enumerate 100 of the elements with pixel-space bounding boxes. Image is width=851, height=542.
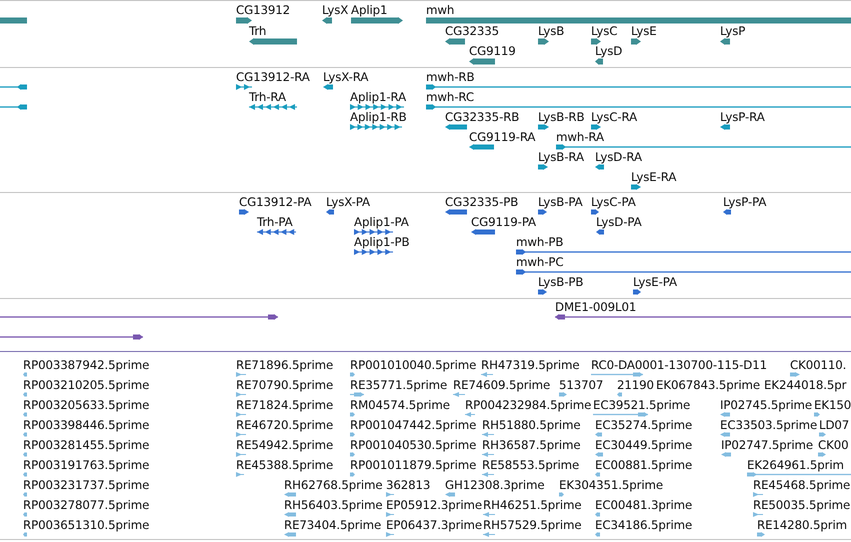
feature-label: RE45468.5prime [753,479,850,492]
feature-label: RE71824.5prime [236,399,334,412]
feature-label: EC34186.5prime [595,519,692,532]
feature-label: CG9119 [469,45,516,58]
feature-label: LysD [595,45,622,58]
feature-label: RE71896.5prime [236,359,334,372]
feature-label: LysP-PA [723,196,766,209]
feature-label: LysE-PA [633,276,677,289]
feature-label: Trh-PA [257,216,293,229]
feature-label: CG13912-RA [236,71,310,84]
feature-label: RE50035.5prime [753,499,850,512]
feature-label: RP004232984.5prime [465,399,592,412]
feature-label: LysD-PA [596,216,642,229]
feature-label: RP001047442.5prime [350,419,476,432]
feature-label: RP003387942.5prime [23,359,150,372]
feature-label: EP05912.3prime [386,499,482,512]
feature-label: LD07 [819,419,850,432]
feature-label: RP003278077.5prime [23,499,150,512]
feature-label: mwh [426,4,454,17]
feature-label: RP003191763.5prime [23,459,150,472]
feature-label: LysX-PA [326,196,370,209]
feature-label: RP003651310.5prime [23,519,150,532]
feature-label: EK304351.5prime [559,479,664,492]
feature-label: RP003281455.5prime [23,439,150,452]
feature-label: mwh-PB [516,236,564,249]
feature-label: EC00481.3prime [595,499,692,512]
feature-label: mwh-RA [556,131,604,144]
feature-label: CK00110. [790,359,846,372]
feature-label: RP001010040.5prime [350,359,476,372]
feature-label: RM04574.5prime [350,399,450,412]
feature-label: mwh-PC [516,256,564,269]
feature-label: Aplip1-PA [354,216,409,229]
feature-label: Trh-RA [249,91,286,104]
feature-label: LysB-PA [538,196,583,209]
feature-label: RH51880.5prime [482,419,581,432]
feature-label: RP001040530.5prime [350,439,476,452]
feature-label: LysX-RA [323,71,368,84]
feature-label: RP001011879.5prime [350,459,476,472]
feature-label: RC0-DA0001-130700-115-D11 [591,359,767,372]
feature-label: CK00 [818,439,849,452]
feature-label: RH56403.5prime [284,499,383,512]
feature-label: LysC-RA [591,111,638,124]
feature-label: LysD-RA [595,151,642,164]
feature-label: 21190 [617,379,654,392]
feature-label: RP003210205.5prime [23,379,150,392]
feature-label: RH36587.5prime [482,439,581,452]
feature-label: RP003231737.5prime [23,479,150,492]
feature-label: LysP [720,24,746,38]
feature-label: CG32335-RB [445,111,520,124]
feature-label: LysB-PB [538,276,584,289]
feature-label: EC00881.5prime [595,459,692,472]
feature-label: LysB-RA [538,151,584,164]
feature-label: CG32335-PB [445,196,518,209]
feature-label: EK067843.5prime [656,379,760,392]
feature-label: EC39521.5prime [593,399,690,412]
feature-label: RP003398446.5prime [23,419,150,432]
feature-label: RH57529.5prime [483,519,582,532]
feature-label: Aplip1 [351,4,388,17]
feature-label: RE74609.5prime [453,379,550,392]
feature-label: RH62768.5prime [284,479,383,492]
feature-label: LysC-PA [591,196,636,209]
feature-label: EK264961.5prim [747,459,844,472]
feature-label: RE73404.5prime [284,519,382,532]
feature-label: IP02745.5prime [720,399,812,412]
feature-label: CG9119-RA [469,131,536,144]
feature-label: LysC [591,24,618,38]
feature-label: CG13912-PA [239,196,312,209]
feature-label: EK150 [814,399,851,412]
feature-label: Trh [249,24,266,38]
feature-label: Aplip1-RA [350,91,406,104]
feature-label: Aplip1-PB [354,236,410,249]
feature-label: RE35771.5prime [350,379,448,392]
feature-label: 362813 [386,479,430,492]
feature-label: EC30449.5prime [595,439,692,452]
feature-label: RE14280.5prim [757,519,847,532]
feature-label: LysE [631,24,657,38]
feature-label: EC33503.5prime [720,419,818,432]
feature-label: DME1-009L01 [555,301,636,314]
feature-label: LysP-RA [720,111,765,124]
feature-label: EK244018.5pr [764,379,846,392]
feature-label: RE45388.5prime [236,459,334,472]
feature-label: RE54942.5prime [236,439,334,452]
feature-label: EC35274.5prime [595,419,692,432]
feature-label: RE58553.5prime [482,459,580,472]
feature-label: RE46720.5prime [236,419,334,432]
feature-label: GH12308.3prime [445,479,544,492]
feature-label: RH47319.5prime [481,359,580,372]
feature-label: RH46251.5prime [483,499,582,512]
feature-label: RE70790.5prime [236,379,334,392]
feature-label: CG13912 [236,4,290,17]
feature-label: LysB [538,24,564,38]
feature-label: CG32335 [445,24,500,38]
feature-label: mwh-RC [426,91,474,104]
feature-label: LysB-RB [538,111,584,124]
feature-label: 513707 [559,379,604,392]
feature-label: mwh-RB [426,71,474,84]
feature-label: Aplip1-RB [350,111,407,124]
feature-label: IP02747.5prime [721,439,814,452]
feature-label: CG9119-PA [471,216,536,229]
feature-label: LysE-RA [631,171,676,184]
